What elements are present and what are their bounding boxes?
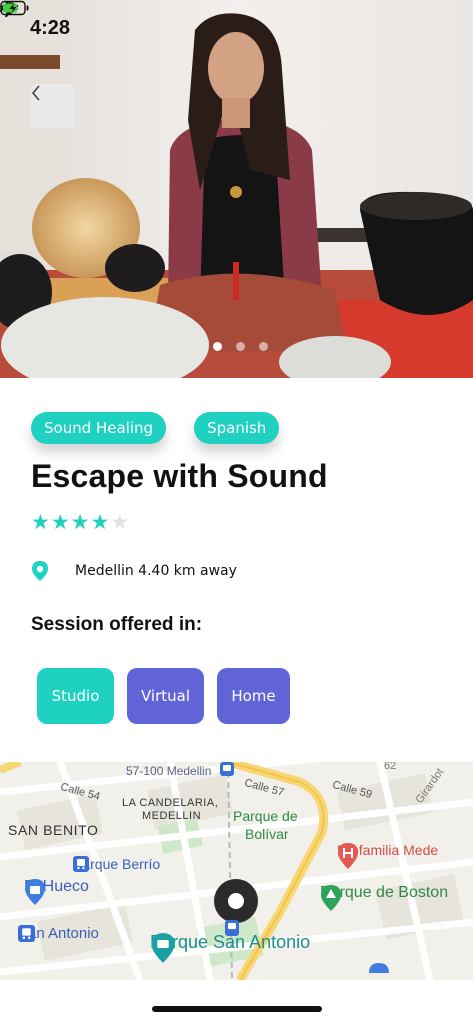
map-label: 57-100 Medellin: [126, 764, 212, 778]
carousel-dot[interactable]: [213, 342, 222, 351]
status-time: 4:28: [30, 16, 71, 39]
carousel-dot[interactable]: [259, 342, 268, 351]
location-pin-icon: [32, 561, 48, 581]
location-row: Medellin 4.40 km away: [31, 560, 237, 582]
park-pin-icon: [321, 885, 341, 911]
star-icon: ★: [90, 510, 110, 534]
map-label: 62: [384, 762, 397, 772]
location-map[interactable]: 57-100 Medellin Calle 54 Calle 57 Calle …: [0, 762, 473, 980]
session-label: Session offered in:: [31, 614, 203, 635]
metro-station-icon: [220, 762, 234, 776]
star-icon: ★: [31, 510, 50, 534]
back-button[interactable]: [30, 84, 75, 128]
map-label: MEDELLIN: [142, 810, 202, 822]
map-poi-san-antonio[interactable]: San Antonio: [18, 925, 99, 942]
status-bar: 4:28: [0, 0, 473, 56]
tag-list: Sound Healing Spanish: [31, 412, 280, 444]
map-label: Bolívar: [245, 826, 289, 842]
map-label: Parque de: [233, 808, 298, 824]
session-modes: Studio Virtual Home: [37, 668, 290, 724]
home-indicator: [152, 1006, 322, 1012]
map-poi-parque-berrio[interactable]: Parque Berrío: [73, 856, 160, 872]
star-icon: ★: [70, 510, 90, 534]
battery-icon: [0, 0, 29, 16]
rating-stars: ★ ★ ★ ★ ★: [31, 510, 129, 534]
map-poi-parque-boston[interactable]: Parque de Boston: [320, 884, 448, 911]
location-text: Medellin 4.40 km away: [75, 563, 237, 579]
shopping-pin-icon: [369, 963, 389, 973]
hero-photo: [0, 0, 473, 378]
hero-image[interactable]: 4:28: [0, 0, 473, 378]
chevron-left-icon: [31, 85, 40, 101]
tag-sound-healing: Sound Healing: [31, 412, 167, 444]
landmark-pin-icon: [151, 933, 175, 963]
hospital-pin-icon: [338, 843, 358, 869]
tag-spanish: Spanish: [194, 412, 280, 444]
mode-studio-button[interactable]: Studio: [37, 668, 114, 724]
carousel-dots: [0, 342, 473, 351]
carousel-dot[interactable]: [236, 342, 245, 351]
metro-station-icon: [73, 856, 89, 872]
mode-home-button[interactable]: Home: [217, 668, 290, 724]
mode-virtual-button[interactable]: Virtual: [127, 668, 204, 724]
map-poi-profamilia[interactable]: Profamilia Mede: [337, 842, 438, 869]
map-label: LA CANDELARIA,: [122, 797, 219, 809]
metro-station-icon: [225, 920, 239, 936]
star-icon: ★: [110, 510, 130, 534]
page-title: Escape with Sound: [31, 458, 328, 494]
map-poi-el-hueco[interactable]: El Hueco: [24, 878, 89, 905]
selected-location-marker-icon[interactable]: [213, 878, 259, 924]
shopping-pin-icon: [25, 879, 45, 905]
map-label: SAN BENITO: [8, 822, 99, 838]
metro-station-icon: [18, 925, 35, 942]
star-icon: ★: [50, 510, 70, 534]
phone-screen: 4:28 Sound Healing Spanish Escape with S…: [0, 0, 473, 1024]
